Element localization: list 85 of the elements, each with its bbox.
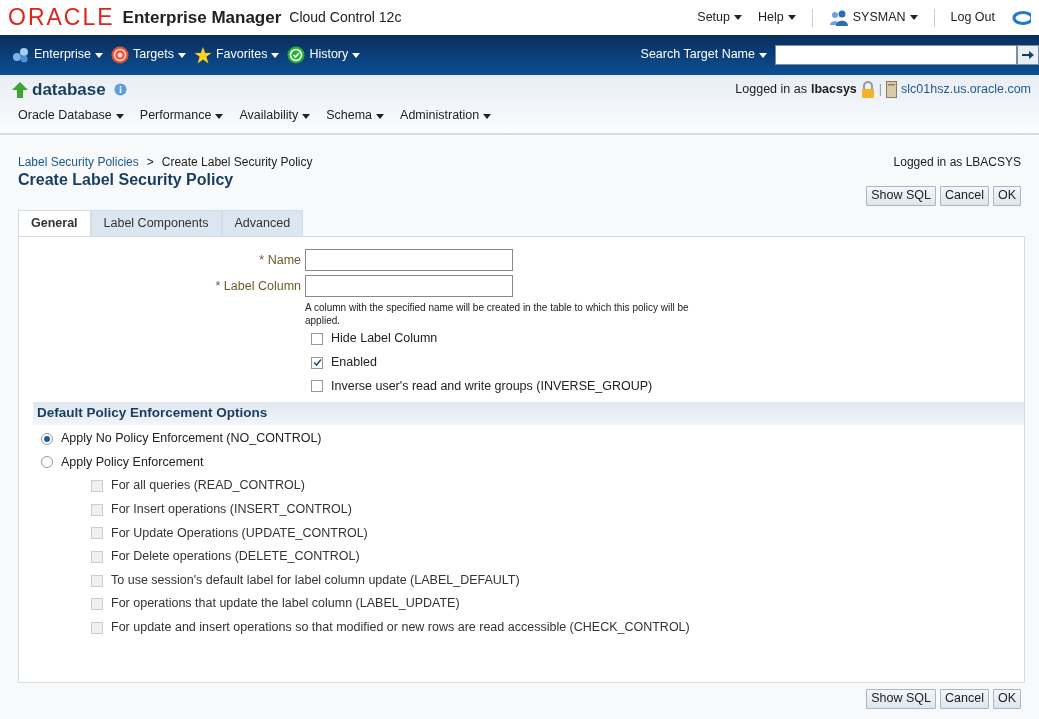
checkbox[interactable] xyxy=(311,380,323,393)
caret-icon xyxy=(115,113,124,119)
separator: | xyxy=(878,81,883,98)
breadcrumb-link[interactable]: Label Security Policies xyxy=(18,155,139,170)
checkbox-label: Enabled xyxy=(331,354,377,371)
checkbox-label: For update and insert operations so that modified or new rows are read accessible (CHECK_CONTROL) xyxy=(111,620,690,636)
caret-icon xyxy=(352,52,361,58)
arrow-icon xyxy=(1022,50,1034,60)
search-field[interactable] xyxy=(775,45,1017,65)
action-button[interactable]: Show SQL xyxy=(866,689,936,709)
nav-menu[interactable]: History xyxy=(309,47,361,63)
header-menu[interactable]: Help xyxy=(758,9,796,26)
host-link[interactable]: slc01hsz.us.oracle.com xyxy=(901,81,1031,98)
target-icon xyxy=(111,46,129,64)
lock-icon xyxy=(860,81,875,99)
caret-icon xyxy=(483,113,492,119)
nav-menu[interactable]: Targets xyxy=(133,47,186,63)
history-icon xyxy=(287,46,306,64)
caret-icon xyxy=(909,15,918,20)
users-icon xyxy=(828,9,849,26)
logged-in-label: Logged in as xyxy=(735,81,807,98)
input-field[interactable] xyxy=(305,275,513,298)
radio-button[interactable] xyxy=(41,456,53,469)
page-title: Create Label Security Policy xyxy=(18,170,235,190)
action-button[interactable]: Cancel xyxy=(940,186,989,206)
tab[interactable]: Label Components xyxy=(90,209,222,237)
checkbox[interactable] xyxy=(311,356,323,369)
breadcrumb-current: Create Label Security Policy xyxy=(161,155,313,170)
target-menu[interactable]: Availability xyxy=(239,108,311,124)
caret-icon xyxy=(734,15,742,20)
action-button[interactable]: OK xyxy=(992,689,1021,709)
search-go-button[interactable] xyxy=(1017,45,1039,65)
caret-icon xyxy=(787,15,796,20)
caret-icon xyxy=(271,52,280,58)
product-name: Enterprise Manager xyxy=(122,6,282,29)
info-icon[interactable] xyxy=(113,83,127,97)
action-button[interactable]: Show SQL xyxy=(866,186,936,206)
logged-in-user: lbacsys xyxy=(810,81,857,98)
caret-icon xyxy=(759,52,767,58)
logo-icon xyxy=(1011,10,1031,25)
target-menu[interactable]: Schema xyxy=(326,108,385,124)
star-icon xyxy=(194,46,212,64)
caret-icon xyxy=(178,52,186,58)
field-label: * Name xyxy=(259,253,301,268)
caret-icon xyxy=(95,52,103,58)
checkbox-label: To use session's default label for label column update (LABEL_DEFAULT) xyxy=(111,572,520,589)
logout-link[interactable]: Log Out xyxy=(950,9,995,26)
field-label: * Label Column xyxy=(215,279,301,294)
tab[interactable]: General xyxy=(18,209,91,237)
target-menu[interactable]: Administration xyxy=(400,108,492,124)
header-menu[interactable]: Setup xyxy=(697,9,742,26)
checkbox-label: For all queries (READ_CONTROL) xyxy=(111,478,305,494)
checkbox-label: Hide Label Column xyxy=(331,331,438,347)
checkbox-label: For Delete operations (DELETE_CONTROL) xyxy=(111,549,360,565)
radio-button[interactable] xyxy=(41,432,53,445)
server-icon xyxy=(886,81,898,99)
cubes-icon xyxy=(12,47,30,63)
action-button[interactable]: OK xyxy=(992,186,1021,206)
brand-logo: ORACLE xyxy=(8,3,115,32)
target-name: database xyxy=(32,79,106,101)
checkbox-label: For operations that update the label column (LABEL_UPDATE) xyxy=(111,596,460,612)
tab[interactable]: Advanced xyxy=(221,209,304,237)
target-menu[interactable]: Performance xyxy=(139,108,224,124)
nav-menu[interactable]: Favorites xyxy=(216,47,280,63)
logged-in-label: Logged in as LBACSYS xyxy=(893,155,1021,170)
search-type-menu[interactable]: Search Target Name xyxy=(640,47,767,63)
user-menu[interactable]: SYSMAN xyxy=(828,9,918,26)
section-heading: Default Policy Enforcement Options xyxy=(33,402,1024,425)
input-field[interactable] xyxy=(305,249,513,272)
field-hint: A column with the specified name will be created in the table to which this policy will be applied. xyxy=(305,301,690,328)
breadcrumb-separator: > xyxy=(146,155,154,170)
checkbox-label: For Update Operations (UPDATE_CONTROL) xyxy=(111,525,368,542)
nav-menu[interactable]: Enterprise xyxy=(34,47,103,63)
caret-icon xyxy=(302,113,311,119)
caret-icon xyxy=(376,113,385,119)
radio-label: Apply No Policy Enforcement (NO_CONTROL) xyxy=(61,431,322,447)
product-edition: Cloud Control 12c xyxy=(289,8,402,27)
checkbox-label: Inverse user's read and write groups (INVERSE_GROUP) xyxy=(331,378,653,395)
action-button[interactable]: Cancel xyxy=(940,689,989,709)
checkbox[interactable] xyxy=(311,333,323,346)
target-menu[interactable]: Oracle Database xyxy=(18,108,124,124)
radio-label: Apply Policy Enforcement xyxy=(61,454,204,471)
up-arrow-icon xyxy=(12,81,28,98)
checkbox-label: For Insert operations (INSERT_CONTROL) xyxy=(111,501,352,518)
caret-icon xyxy=(215,113,224,119)
